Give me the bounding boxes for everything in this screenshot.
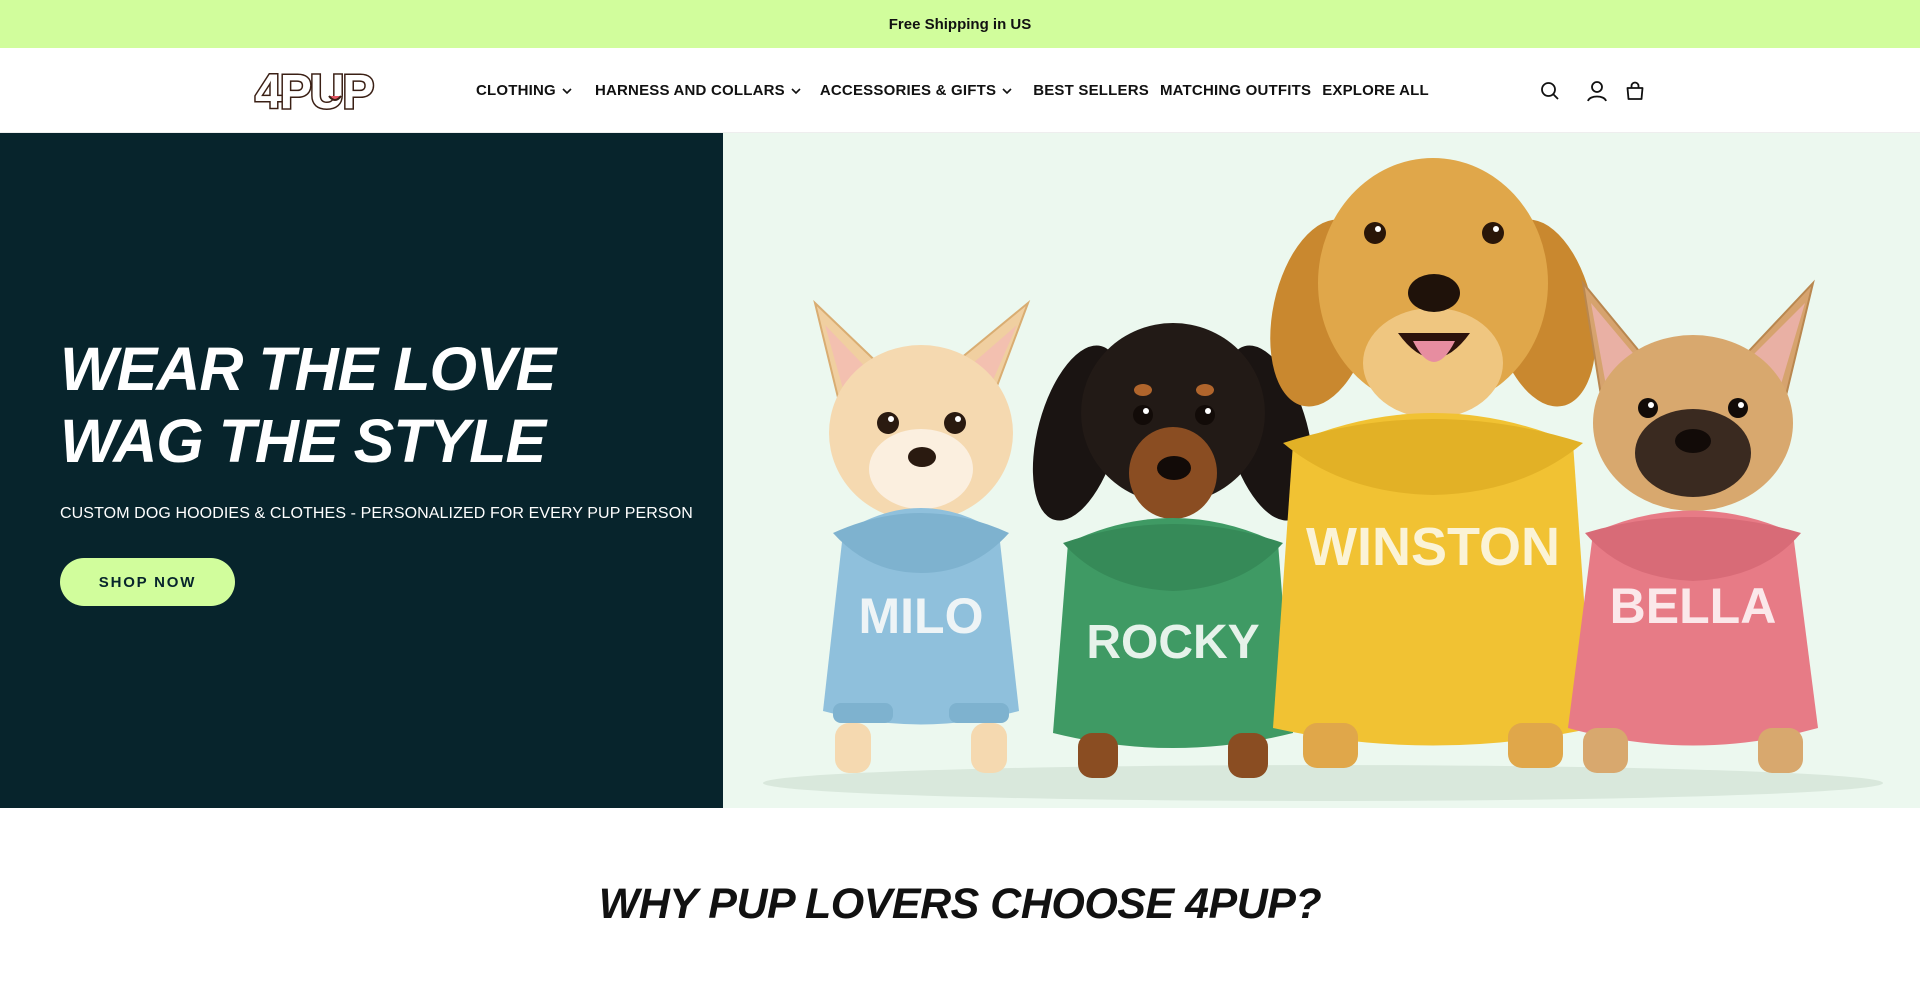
logo[interactable]: 4PUP [253, 66, 387, 114]
account-icon[interactable] [1585, 79, 1609, 103]
logo-text: 4PUP [255, 66, 373, 114]
nav-matching-outfits[interactable]: MATCHING OUTFITS [1160, 82, 1311, 99]
hoodie-name-milo: MILO [859, 588, 984, 644]
site-header: 4PUP CLOTHING HARNESS AND COLLARS ACCESS… [0, 48, 1920, 133]
nav-label: EXPLORE ALL [1322, 82, 1429, 99]
hoodie-name-rocky: ROCKY [1086, 616, 1259, 669]
nav-label: MATCHING OUTFITS [1159, 82, 1312, 99]
announcement-text: Free Shipping in US [888, 15, 1032, 33]
chevron-down-icon [1002, 87, 1012, 94]
nav-best-sellers[interactable]: BEST SELLERS [1033, 82, 1149, 99]
hero-title: WEAR THE LOVE WAG THE STYLE [60, 333, 556, 477]
nav-label: ACCESSORIES & GIFTS [819, 82, 997, 99]
dog-bella: BELLA [1568, 279, 1818, 773]
dog-milo: MILO [813, 299, 1031, 773]
hero-image: MILO ROCKY WINSTON BELLA [723, 133, 1920, 808]
hoodie-name-winston: WINSTON [1306, 517, 1560, 577]
hero-banner: WEAR THE LOVE WAG THE STYLE CUSTOM DOG H… [0, 133, 1920, 808]
header-icons [1538, 48, 1647, 133]
announcement-bar: Free Shipping in US [0, 0, 1920, 48]
shop-now-button[interactable]: SHOP NOW [60, 558, 235, 606]
cart-icon[interactable] [1623, 79, 1647, 103]
hoodie-name-bella: BELLA [1610, 578, 1777, 634]
nav-explore-all[interactable]: EXPLORE ALL [1322, 82, 1429, 99]
why-section-heading: WHY PUP LOVERS CHOOSE 4PUP? [598, 880, 1322, 928]
nav-label: BEST SELLERS [1033, 82, 1149, 99]
main-nav: CLOTHING HARNESS AND COLLARS ACCESSORIES… [476, 48, 1429, 133]
nav-label: HARNESS AND COLLARS [594, 82, 785, 99]
dog-winston: WINSTON [1270, 158, 1596, 768]
nav-accessories-gifts[interactable]: ACCESSORIES & GIFTS [820, 82, 1013, 99]
search-icon[interactable] [1538, 79, 1562, 103]
hero-text-panel: WEAR THE LOVE WAG THE STYLE CUSTOM DOG H… [0, 133, 723, 808]
chevron-down-icon [562, 87, 572, 94]
nav-label: CLOTHING [476, 82, 556, 99]
nav-harness-and-collars[interactable]: HARNESS AND COLLARS [595, 82, 802, 99]
hero-title-line2: WAG THE STYLE [60, 407, 546, 475]
dogs-illustration: MILO ROCKY WINSTON BELLA [763, 158, 1883, 801]
hero-subtitle: CUSTOM DOG HOODIES & CLOTHES - PERSONALI… [60, 505, 693, 522]
hero-title-line1: WEAR THE LOVE [60, 335, 556, 403]
chevron-down-icon [791, 87, 801, 94]
nav-clothing[interactable]: CLOTHING [476, 82, 573, 99]
